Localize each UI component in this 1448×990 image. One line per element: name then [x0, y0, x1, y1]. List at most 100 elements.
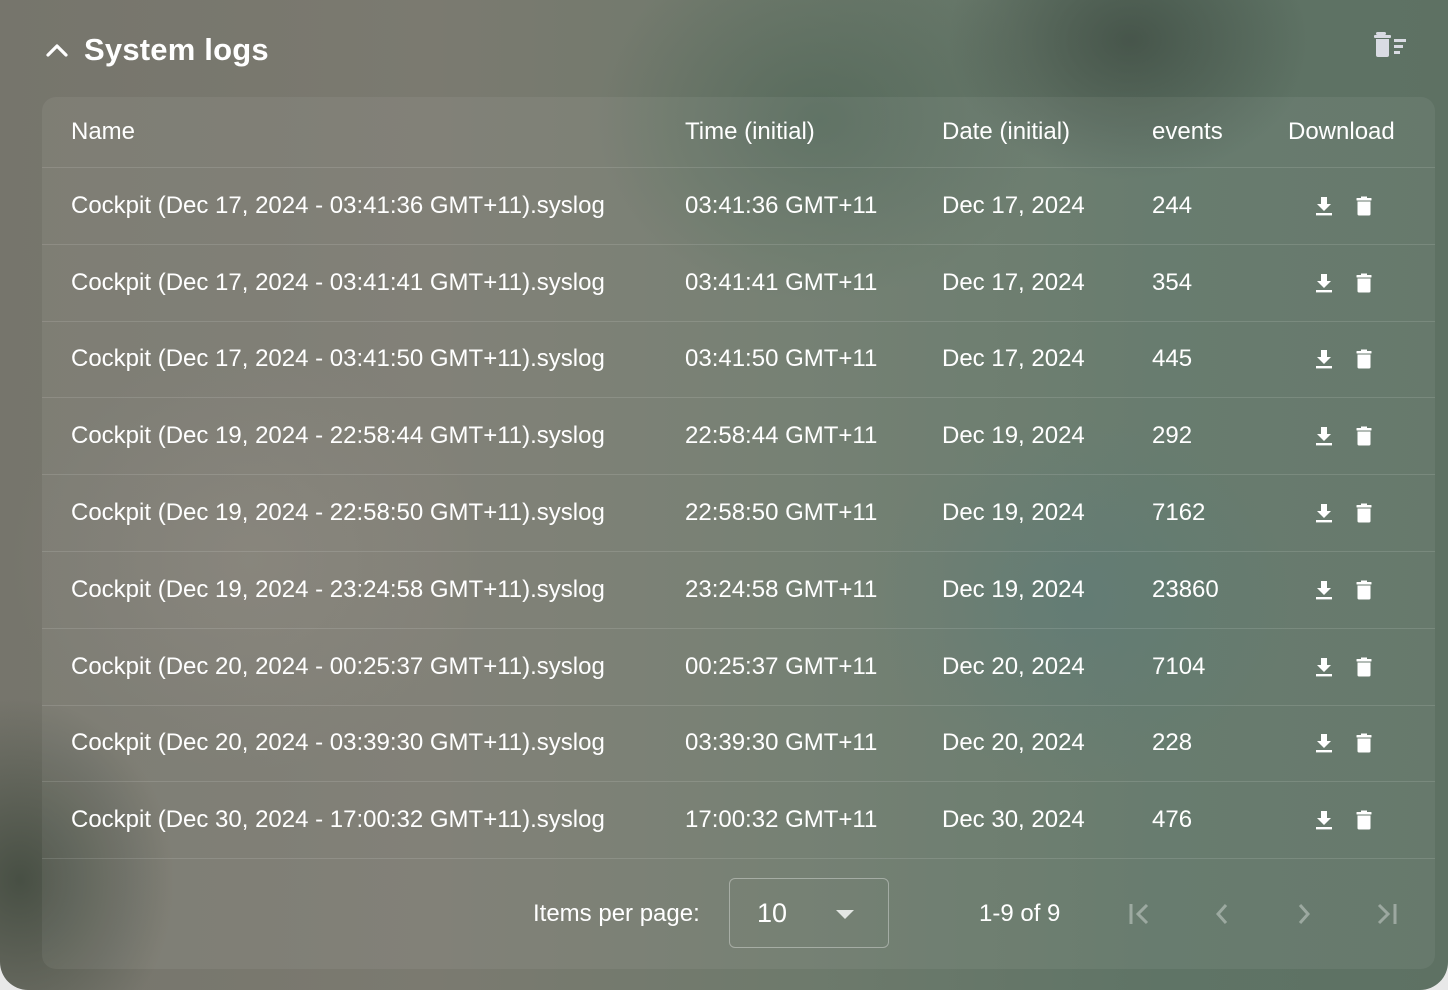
- log-time: 00:25:37 GMT+11: [685, 652, 878, 680]
- log-name: Cockpit (Dec 19, 2024 - 22:58:44 GMT+11)…: [71, 422, 605, 450]
- download-icon: [1316, 811, 1332, 830]
- log-events: 23860: [1152, 575, 1219, 603]
- chevron-left-icon: [1215, 904, 1228, 924]
- items-per-page-select[interactable]: 10: [729, 878, 889, 948]
- download-icon: [1316, 427, 1332, 446]
- log-time: 22:58:44 GMT+11: [685, 422, 878, 450]
- delete-icon: [1356, 733, 1372, 753]
- column-header-name[interactable]: Name: [42, 97, 685, 168]
- first-page-button[interactable]: [1120, 894, 1160, 934]
- log-date: Dec 19, 2024: [942, 422, 1085, 450]
- column-header-events[interactable]: events: [1152, 97, 1284, 168]
- log-actions: [1284, 782, 1435, 859]
- column-header-time[interactable]: Time (initial): [685, 97, 942, 168]
- table-row: Cockpit (Dec 17, 2024 - 03:41:50 GMT+11)…: [42, 321, 1435, 398]
- log-date: Dec 20, 2024: [942, 729, 1085, 757]
- log-events: 445: [1152, 345, 1193, 373]
- log-events: 244: [1152, 191, 1193, 219]
- download-button[interactable]: [1314, 194, 1334, 218]
- table-row: Cockpit (Dec 30, 2024 - 17:00:32 GMT+11)…: [42, 782, 1435, 859]
- log-date: Dec 17, 2024: [942, 191, 1085, 219]
- section-header[interactable]: System logs: [44, 28, 269, 72]
- delete-icon: [1356, 196, 1372, 216]
- log-actions: [1284, 628, 1435, 705]
- chevron-up-icon[interactable]: [44, 37, 70, 63]
- log-date: Dec 17, 2024: [942, 345, 1085, 373]
- column-header-date[interactable]: Date (initial): [942, 97, 1152, 168]
- log-date: Dec 30, 2024: [942, 806, 1085, 834]
- log-time: 03:39:30 GMT+11: [685, 729, 878, 757]
- items-per-page-label: Items per page:: [533, 900, 700, 927]
- download-button[interactable]: [1314, 578, 1334, 602]
- log-date: Dec 20, 2024: [942, 652, 1085, 680]
- log-actions: [1284, 398, 1435, 475]
- next-page-button[interactable]: [1284, 894, 1324, 934]
- log-events: 7104: [1152, 652, 1206, 680]
- section-title: System logs: [84, 32, 269, 67]
- table-row: Cockpit (Dec 19, 2024 - 23:24:58 GMT+11)…: [42, 551, 1435, 629]
- download-button[interactable]: [1314, 731, 1334, 755]
- table-header-row: Name Time (initial) Date (initial) event…: [42, 97, 1435, 168]
- paginator: Items per page: 10 1-9 of 9: [42, 878, 1435, 950]
- download-button[interactable]: [1314, 347, 1334, 371]
- delete-button[interactable]: [1354, 271, 1374, 295]
- log-name: Cockpit (Dec 17, 2024 - 03:41:41 GMT+11)…: [71, 268, 605, 296]
- log-time: 03:41:41 GMT+11: [685, 268, 878, 296]
- download-icon: [1316, 580, 1332, 600]
- log-name: Cockpit (Dec 19, 2024 - 22:58:50 GMT+11)…: [71, 499, 605, 527]
- delete-button[interactable]: [1354, 424, 1374, 448]
- download-button[interactable]: [1314, 808, 1334, 832]
- previous-page-button[interactable]: [1202, 894, 1242, 934]
- delete-icon: [1356, 580, 1372, 600]
- log-events: 292: [1152, 422, 1193, 450]
- log-actions: [1284, 168, 1435, 245]
- download-icon: [1316, 273, 1332, 293]
- log-time: 17:00:32 GMT+11: [685, 806, 878, 834]
- column-header-download: Download: [1288, 118, 1395, 145]
- log-name: Cockpit (Dec 17, 2024 - 03:41:36 GMT+11)…: [71, 191, 605, 219]
- delete-button[interactable]: [1354, 578, 1374, 602]
- log-time: 22:58:50 GMT+11: [685, 499, 878, 527]
- dropdown-arrow-icon: [836, 910, 854, 919]
- table-row: Cockpit (Dec 17, 2024 - 03:41:36 GMT+11)…: [42, 168, 1435, 245]
- log-date: Dec 19, 2024: [942, 499, 1085, 527]
- delete-button[interactable]: [1354, 194, 1374, 218]
- items-per-page-value: 10: [757, 897, 788, 928]
- delete-button[interactable]: [1354, 808, 1374, 832]
- delete-icon: [1356, 503, 1372, 523]
- delete-button[interactable]: [1354, 655, 1374, 679]
- log-name: Cockpit (Dec 20, 2024 - 00:25:37 GMT+11)…: [71, 652, 605, 680]
- download-button[interactable]: [1314, 501, 1334, 525]
- last-page-icon: [1377, 903, 1397, 925]
- download-icon: [1316, 657, 1332, 677]
- delete-icon: [1356, 349, 1372, 369]
- delete-button[interactable]: [1354, 501, 1374, 525]
- download-button[interactable]: [1314, 424, 1334, 448]
- table-row: Cockpit (Dec 20, 2024 - 03:39:30 GMT+11)…: [42, 705, 1435, 782]
- log-time: 03:41:50 GMT+11: [685, 345, 878, 373]
- delete-icon: [1356, 810, 1372, 830]
- delete-button[interactable]: [1354, 347, 1374, 371]
- log-name: Cockpit (Dec 20, 2024 - 03:39:30 GMT+11)…: [71, 729, 605, 757]
- delete-sweep-button[interactable]: [1372, 28, 1408, 62]
- delete-icon: [1356, 426, 1372, 446]
- logs-table-card: Name Time (initial) Date (initial) event…: [42, 97, 1435, 969]
- delete-sweep-icon: [1374, 32, 1406, 57]
- download-button[interactable]: [1314, 655, 1334, 679]
- log-date: Dec 17, 2024: [942, 268, 1085, 296]
- table-row: Cockpit (Dec 17, 2024 - 03:41:41 GMT+11)…: [42, 244, 1435, 322]
- download-icon: [1316, 504, 1332, 523]
- log-actions: [1284, 551, 1435, 628]
- log-actions: [1284, 244, 1435, 321]
- download-button[interactable]: [1314, 271, 1334, 295]
- delete-icon: [1356, 657, 1372, 677]
- log-actions: [1284, 321, 1435, 398]
- last-page-button[interactable]: [1366, 894, 1406, 934]
- table-row: Cockpit (Dec 19, 2024 - 22:58:50 GMT+11)…: [42, 475, 1435, 552]
- first-page-icon: [1129, 903, 1149, 925]
- log-events: 7162: [1152, 499, 1206, 527]
- log-time: 03:41:36 GMT+11: [685, 191, 878, 219]
- delete-button[interactable]: [1354, 731, 1374, 755]
- log-time: 23:24:58 GMT+11: [685, 575, 878, 603]
- log-events: 476: [1152, 806, 1193, 834]
